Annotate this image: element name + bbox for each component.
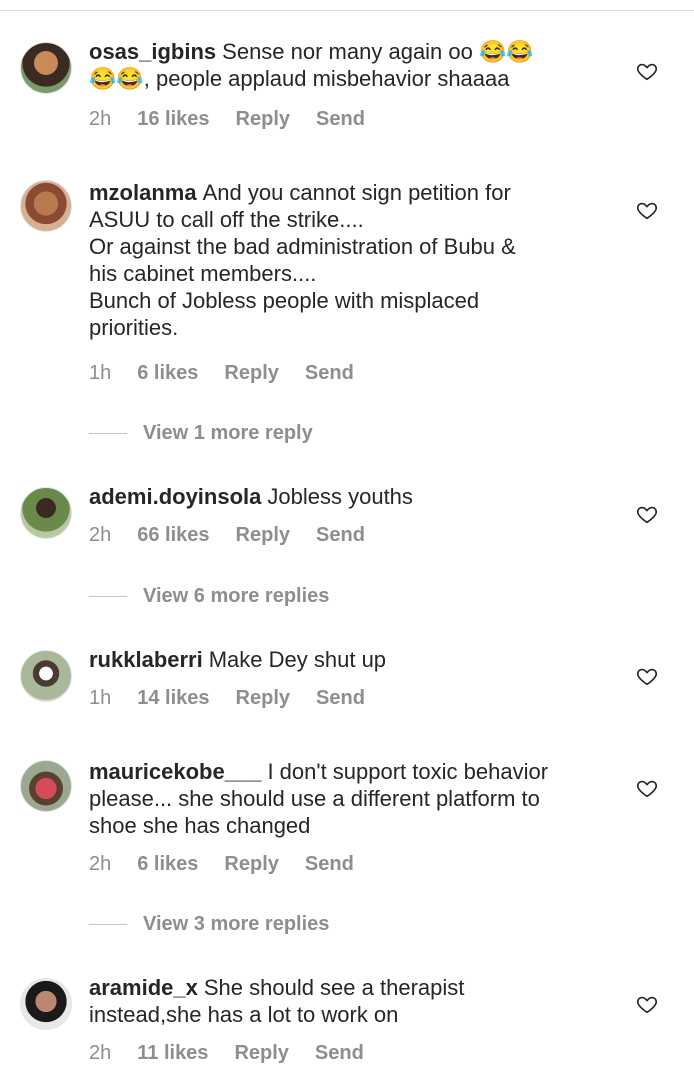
comment-text-line: instead,she has a lot to work on bbox=[89, 1002, 399, 1027]
avatar[interactable] bbox=[20, 650, 72, 702]
view-more-replies-button[interactable]: View 3 more replies bbox=[89, 913, 329, 936]
reply-button[interactable]: Reply bbox=[236, 108, 290, 131]
likes-count[interactable]: 14 likes bbox=[137, 687, 209, 710]
comment-text-line: Sense nor many again oo 😂😂 bbox=[222, 39, 534, 64]
send-button[interactable]: Send bbox=[305, 362, 354, 385]
heart-outline-icon[interactable] bbox=[636, 199, 658, 221]
comment-meta: 1h 14 likes Reply Send bbox=[89, 687, 391, 710]
comment-time: 1h bbox=[89, 687, 112, 709]
reply-button[interactable]: Reply bbox=[236, 524, 290, 547]
comment-meta: 2h 66 likes Reply Send bbox=[89, 524, 391, 547]
comment-text-line: shoe she has changed bbox=[89, 813, 311, 838]
heart-outline-icon[interactable] bbox=[636, 777, 658, 799]
comment-text-line: ASUU to call off the strike.... bbox=[89, 207, 364, 232]
comment-meta: 2h 11 likes Reply Send bbox=[89, 1042, 390, 1065]
view-more-label: View 6 more replies bbox=[143, 585, 330, 607]
view-more-label: View 1 more reply bbox=[143, 422, 313, 444]
heart-outline-icon[interactable] bbox=[636, 665, 658, 687]
avatar[interactable] bbox=[20, 760, 72, 812]
likes-count[interactable]: 6 likes bbox=[137, 853, 198, 876]
comment-time: 2h bbox=[89, 853, 112, 875]
likes-count[interactable]: 11 likes bbox=[137, 1042, 208, 1065]
reply-button[interactable]: Reply bbox=[234, 1042, 288, 1065]
heart-outline-icon[interactable] bbox=[636, 503, 658, 525]
top-divider bbox=[0, 10, 694, 11]
send-button[interactable]: Send bbox=[316, 108, 365, 131]
avatar[interactable] bbox=[20, 42, 72, 94]
comment-username[interactable]: aramide_x bbox=[89, 975, 198, 1000]
comment-text-line: please... she should use a different pla… bbox=[89, 786, 540, 811]
likes-count[interactable]: 66 likes bbox=[137, 524, 209, 547]
comment-text-line: She should see a therapist bbox=[203, 975, 465, 1000]
thread-line bbox=[89, 924, 127, 926]
heart-outline-icon[interactable] bbox=[636, 60, 658, 82]
comment-time: 1h bbox=[89, 362, 112, 384]
send-button[interactable]: Send bbox=[316, 524, 365, 547]
heart-outline-icon[interactable] bbox=[636, 993, 658, 1015]
comment-time: 2h bbox=[89, 1042, 112, 1064]
comment-time: 2h bbox=[89, 524, 112, 546]
thread-line bbox=[89, 433, 127, 435]
comment-meta: 2h 16 likes Reply Send bbox=[89, 108, 391, 131]
likes-count[interactable]: 16 likes bbox=[137, 108, 209, 131]
comment-username[interactable]: rukklaberri bbox=[89, 647, 203, 672]
comment-username[interactable]: osas_igbins bbox=[89, 39, 216, 64]
likes-count[interactable]: 6 likes bbox=[137, 362, 198, 385]
send-button[interactable]: Send bbox=[305, 853, 354, 876]
view-more-replies-button[interactable]: View 1 more reply bbox=[89, 422, 313, 445]
comment-text-line: Make Dey shut up bbox=[208, 647, 387, 672]
avatar[interactable] bbox=[20, 487, 72, 539]
comment-text-line: his cabinet members.... bbox=[89, 261, 317, 286]
reply-button[interactable]: Reply bbox=[236, 687, 290, 710]
comment-text-line: I don't support toxic behavior bbox=[267, 759, 549, 784]
reply-button[interactable]: Reply bbox=[224, 362, 278, 385]
comment-username[interactable]: ademi.doyinsola bbox=[89, 484, 261, 509]
comment-username[interactable]: mauricekobe___ bbox=[89, 759, 261, 784]
thread-line bbox=[89, 596, 127, 598]
comment-text-line: Or against the bad administration of Bub… bbox=[89, 234, 516, 259]
comment-text-line: Jobless youths bbox=[267, 484, 413, 509]
reply-button[interactable]: Reply bbox=[224, 853, 278, 876]
view-more-replies-button[interactable]: View 6 more replies bbox=[89, 585, 329, 608]
send-button[interactable]: Send bbox=[315, 1042, 364, 1065]
comment-text-line: And you cannot sign petition for bbox=[202, 180, 511, 205]
comment-time: 2h bbox=[89, 108, 112, 130]
avatar[interactable] bbox=[20, 180, 72, 232]
comment-meta: 2h 6 likes Reply Send bbox=[89, 853, 380, 876]
avatar[interactable] bbox=[20, 978, 72, 1030]
view-more-label: View 3 more replies bbox=[143, 913, 330, 935]
comment-text-line: priorities. bbox=[89, 315, 179, 340]
comment-text-line: 😂😂, people applaud misbehavior shaaaa bbox=[89, 66, 510, 91]
send-button[interactable]: Send bbox=[316, 687, 365, 710]
comment-meta: 1h 6 likes Reply Send bbox=[89, 362, 380, 385]
comment-text-line: Bunch of Jobless people with misplaced bbox=[89, 288, 480, 313]
comment-username[interactable]: mzolanma bbox=[89, 180, 197, 205]
